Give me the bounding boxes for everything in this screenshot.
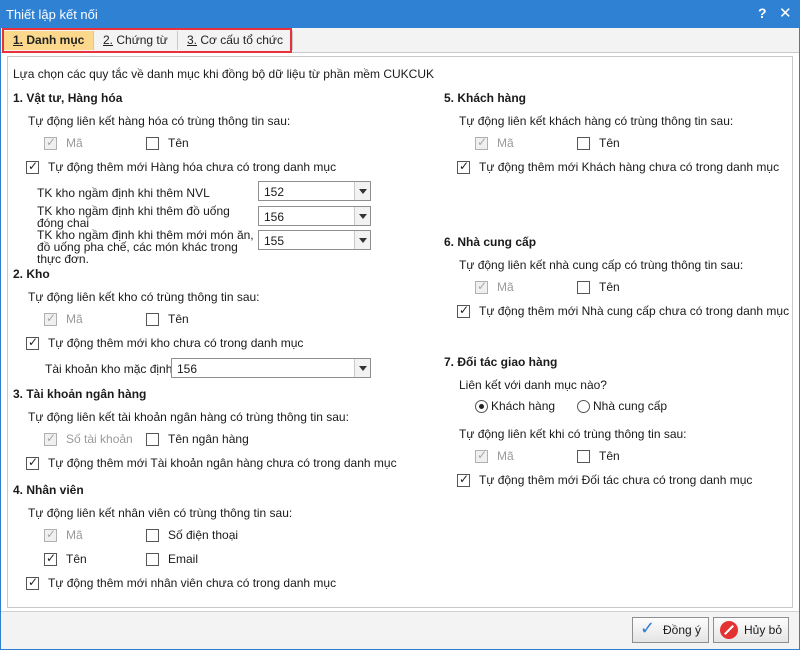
s7-question: Liên kết với danh mục nào?: [459, 378, 607, 392]
title-bar[interactable]: Thiết lập kết nối ? ✕: [0, 0, 800, 28]
checkbox-icon: [577, 136, 590, 150]
checkmark-icon: [639, 618, 657, 639]
checkbox-icon: [146, 552, 159, 566]
checkbox-icon: [475, 135, 488, 150]
s2-tk-combo[interactable]: 156: [171, 358, 371, 378]
checkbox-icon: [26, 159, 39, 174]
s4-ma-checkbox[interactable]: Mã: [44, 527, 83, 542]
s6-ma-checkbox[interactable]: Mã: [475, 279, 514, 294]
section-6-title: 6. Nhà cung cấp: [444, 235, 537, 249]
s4-auto-add-checkbox[interactable]: Tự động thêm mới nhân viên chưa có trong…: [26, 575, 336, 590]
s7-nha-cung-cap-radio[interactable]: Nhà cung cấp: [577, 399, 667, 413]
s7-khach-hang-radio[interactable]: Khách hàng: [475, 399, 555, 413]
cancel-icon: [720, 621, 738, 639]
dialog-body: 1. Danh mục 2. Chứng từ 3. Cơ cấu tổ chứ…: [1, 28, 799, 649]
checkbox-icon: [146, 136, 159, 150]
s1-tk3-combo[interactable]: 155: [258, 230, 371, 250]
checkbox-icon: [457, 159, 470, 174]
s5-ten-checkbox[interactable]: Tên: [577, 136, 620, 150]
section-3-title: 3. Tài khoản ngân hàng: [13, 387, 147, 401]
s4-sdt-checkbox[interactable]: Số điện thoại: [146, 528, 238, 542]
checkbox-icon: [577, 449, 590, 463]
checkbox-icon: [475, 279, 488, 294]
s7-ten-checkbox[interactable]: Tên: [577, 449, 620, 463]
radio-icon: [475, 399, 488, 413]
tab-bar: 1. Danh mục 2. Chứng từ 3. Cơ cấu tổ chứ…: [1, 28, 799, 53]
s3-so-tk-checkbox[interactable]: Số tài khoản: [44, 431, 133, 446]
checkbox-icon: [26, 455, 39, 470]
checkbox-icon: [457, 472, 470, 487]
section-7-title: 7. Đối tác giao hàng: [444, 355, 558, 369]
cancel-button[interactable]: Hủy bỏ: [713, 617, 789, 643]
s3-auto-add-checkbox[interactable]: Tự động thêm mới Tài khoản ngân hàng chư…: [26, 455, 397, 470]
chevron-down-icon[interactable]: [354, 359, 370, 377]
s1-tk2-label: TK kho ngầm định khi thêm đồ uống đóng c…: [37, 204, 230, 230]
settings-panel: Lựa chọn các quy tắc về danh mục khi đồn…: [7, 56, 793, 608]
checkbox-icon: [146, 528, 159, 542]
s7-auto-add-checkbox[interactable]: Tự động thêm mới Đối tác chưa có trong d…: [457, 472, 752, 487]
s6-link-label: Tự động liên kết nhà cung cấp có trùng t…: [459, 258, 744, 272]
checkbox-icon: [26, 575, 39, 590]
s1-ten-checkbox[interactable]: Tên: [146, 136, 189, 150]
radio-icon: [577, 399, 590, 413]
s7-link-label: Tự động liên kết khi có trùng thông tin …: [459, 427, 687, 441]
tabs-highlight-outline: [2, 28, 292, 53]
chevron-down-icon[interactable]: [354, 182, 370, 200]
s6-auto-add-checkbox[interactable]: Tự động thêm mới Nhà cung cấp chưa có tr…: [457, 303, 789, 318]
close-icon[interactable]: ✕: [779, 4, 792, 22]
s5-ma-checkbox[interactable]: Mã: [475, 135, 514, 150]
s1-tk3-label: TK kho ngầm định khi thêm mới món ăn, đồ…: [37, 228, 254, 266]
s1-auto-add-checkbox[interactable]: Tự động thêm mới Hàng hóa chưa có trong …: [26, 159, 336, 174]
s5-link-label: Tự động liên kết khách hàng có trùng thô…: [459, 114, 734, 128]
chevron-down-icon[interactable]: [354, 231, 370, 249]
section-4-title: 4. Nhân viên: [13, 483, 84, 497]
s2-link-label: Tự động liên kết kho có trùng thông tin …: [28, 290, 260, 304]
checkbox-icon: [44, 551, 57, 566]
s6-ten-checkbox[interactable]: Tên: [577, 280, 620, 294]
s3-link-label: Tự động liên kết tài khoản ngân hàng có …: [28, 410, 349, 424]
s1-link-label: Tự động liên kết hàng hóa có trùng thông…: [28, 114, 291, 128]
s2-ma-checkbox[interactable]: Mã: [44, 311, 83, 326]
section-5-title: 5. Khách hàng: [444, 91, 527, 105]
checkbox-icon: [457, 303, 470, 318]
help-icon[interactable]: ?: [758, 5, 767, 21]
chevron-down-icon[interactable]: [354, 207, 370, 225]
s1-tk1-combo[interactable]: 152: [258, 181, 371, 201]
checkbox-icon: [146, 432, 159, 446]
s2-auto-add-checkbox[interactable]: Tự động thêm mới kho chưa có trong danh …: [26, 335, 303, 350]
s5-auto-add-checkbox[interactable]: Tự động thêm mới Khách hàng chưa có tron…: [457, 159, 779, 174]
checkbox-icon: [44, 431, 57, 446]
section-2-title: 2. Kho: [13, 267, 50, 281]
checkbox-icon: [44, 135, 57, 150]
checkbox-icon: [44, 527, 57, 542]
s3-ten-nh-checkbox[interactable]: Tên ngân hàng: [146, 432, 249, 446]
checkbox-icon: [146, 312, 159, 326]
s4-ten-checkbox[interactable]: Tên: [44, 551, 87, 566]
s1-ma-checkbox[interactable]: Mã: [44, 135, 83, 150]
s4-link-label: Tự động liên kết nhân viên có trùng thôn…: [28, 506, 293, 520]
section-1-title: 1. Vật tư, Hàng hóa: [13, 91, 123, 105]
s2-tk-label: Tài khoản kho mặc định: [45, 362, 173, 376]
s7-ma-checkbox[interactable]: Mã: [475, 448, 514, 463]
s4-email-checkbox[interactable]: Email: [146, 552, 198, 566]
s1-tk2-combo[interactable]: 156: [258, 206, 371, 226]
dialog-window: Thiết lập kết nối ? ✕ 1. Danh mục 2. Chứ…: [0, 0, 800, 650]
s2-ten-checkbox[interactable]: Tên: [146, 312, 189, 326]
window-title: Thiết lập kết nối: [6, 7, 98, 22]
dialog-footer: Đồng ý Hủy bỏ: [1, 611, 799, 649]
checkbox-icon: [44, 311, 57, 326]
s1-tk1-label: TK kho ngầm định khi thêm NVL: [37, 186, 210, 200]
checkbox-icon: [577, 280, 590, 294]
ok-button[interactable]: Đồng ý: [632, 617, 709, 643]
checkbox-icon: [26, 335, 39, 350]
checkbox-icon: [475, 448, 488, 463]
intro-text: Lựa chọn các quy tắc về danh mục khi đồn…: [13, 67, 434, 81]
